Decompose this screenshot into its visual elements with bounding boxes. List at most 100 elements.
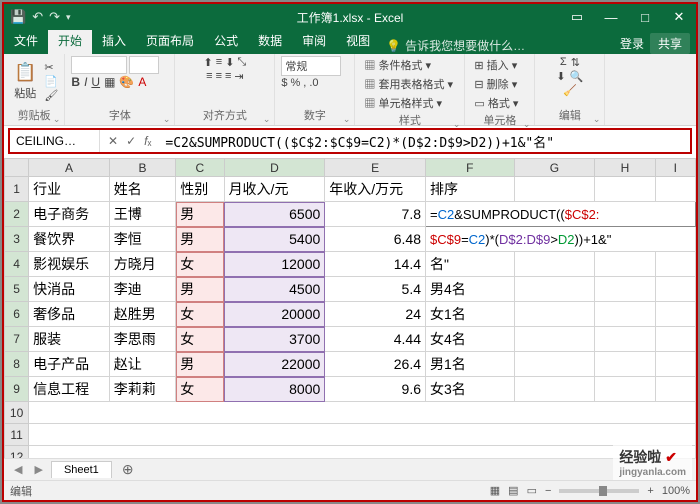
cell[interactable]: 3700 — [224, 327, 325, 352]
cell[interactable]: 5.4 — [325, 277, 426, 302]
row-header[interactable]: 5 — [5, 277, 29, 302]
redo-icon[interactable]: ↷ — [49, 9, 60, 25]
cell[interactable]: 奢侈品 — [29, 302, 110, 327]
tab-data[interactable]: 数据 — [248, 28, 292, 54]
align-mid-icon[interactable]: ≡ — [216, 56, 222, 69]
cell[interactable]: 男4名 — [426, 277, 515, 302]
delete-cells-button[interactable]: ⊟ 删除 ▾ — [471, 75, 520, 93]
cell[interactable]: 年收入/万元 — [325, 177, 426, 202]
insert-cells-button[interactable]: ⊞ 插入 ▾ — [471, 56, 520, 74]
cell[interactable] — [514, 277, 595, 302]
sheet-nav-next-icon[interactable]: ▶ — [30, 463, 46, 476]
cell[interactable]: 7.8 — [325, 202, 426, 227]
number-format-select[interactable]: 常规 — [281, 56, 341, 76]
cell[interactable] — [514, 177, 595, 202]
col-header[interactable]: F — [426, 159, 515, 177]
cell[interactable]: 信息工程 — [29, 377, 110, 402]
cell[interactable]: 李恒 — [109, 227, 175, 252]
fx-icon[interactable]: fₓ — [144, 134, 151, 148]
cell[interactable]: 女4名 — [426, 327, 515, 352]
tab-formulas[interactable]: 公式 — [204, 28, 248, 54]
cell[interactable]: 排序 — [426, 177, 515, 202]
cell[interactable] — [514, 352, 595, 377]
row-header[interactable]: 7 — [5, 327, 29, 352]
cell[interactable] — [29, 424, 696, 446]
zoom-in-icon[interactable]: + — [647, 485, 653, 497]
col-header[interactable]: C — [176, 159, 224, 177]
cell[interactable]: 22000 — [224, 352, 325, 377]
border-icon[interactable]: ▦ — [104, 75, 115, 89]
bold-button[interactable]: B — [71, 75, 80, 89]
share-button[interactable]: 共享 — [650, 33, 690, 54]
cell[interactable]: 李思雨 — [109, 327, 175, 352]
cell[interactable]: 24 — [325, 302, 426, 327]
row-header[interactable]: 8 — [5, 352, 29, 377]
tab-view[interactable]: 视图 — [336, 28, 380, 54]
cond-format-button[interactable]: ▦ 条件格式 ▾ — [361, 56, 434, 74]
underline-button[interactable]: U — [91, 75, 100, 89]
view-normal-icon[interactable]: ▦ — [490, 484, 500, 497]
tab-home[interactable]: 开始 — [48, 28, 92, 54]
cell[interactable]: 4500 — [224, 277, 325, 302]
cell[interactable]: 快消品 — [29, 277, 110, 302]
comma-icon[interactable]: , — [303, 77, 306, 89]
col-header[interactable]: A — [29, 159, 110, 177]
save-icon[interactable]: 💾 — [10, 9, 26, 25]
align-top-icon[interactable]: ⬆ — [204, 56, 213, 69]
cell[interactable] — [29, 446, 696, 459]
cell[interactable]: 月收入/元 — [224, 177, 325, 202]
tab-review[interactable]: 审阅 — [292, 28, 336, 54]
tab-layout[interactable]: 页面布局 — [136, 28, 204, 54]
row-header[interactable]: 9 — [5, 377, 29, 402]
fill-color-icon[interactable]: 🎨 — [119, 75, 134, 89]
sheet-nav-prev-icon[interactable]: ◀ — [10, 463, 26, 476]
font-name-input[interactable] — [71, 56, 127, 74]
cell[interactable]: 4.44 — [325, 327, 426, 352]
cell[interactable]: 餐饮界 — [29, 227, 110, 252]
cell[interactable] — [655, 352, 695, 377]
cell[interactable]: 20000 — [224, 302, 325, 327]
cell[interactable]: 6.48 — [325, 227, 426, 252]
cell[interactable]: 影视娱乐 — [29, 252, 110, 277]
row-header[interactable]: 3 — [5, 227, 29, 252]
cell[interactable] — [595, 352, 655, 377]
cell[interactable]: 女 — [176, 377, 224, 402]
col-header[interactable]: B — [109, 159, 175, 177]
col-header[interactable]: H — [595, 159, 655, 177]
cell-styles-button[interactable]: ▦ 单元格样式 ▾ — [361, 94, 445, 112]
cell[interactable] — [595, 252, 655, 277]
align-right-icon[interactable]: ≡ — [225, 70, 231, 83]
cell[interactable]: 26.4 — [325, 352, 426, 377]
view-break-icon[interactable]: ▭ — [527, 484, 537, 497]
login-link[interactable]: 登录 — [620, 35, 644, 52]
fill-icon[interactable]: ⬇ — [556, 70, 565, 83]
cell[interactable] — [655, 302, 695, 327]
align-left-icon[interactable]: ≡ — [206, 70, 212, 83]
cell[interactable]: 电子商务 — [29, 202, 110, 227]
cell[interactable]: 女1名 — [426, 302, 515, 327]
cell[interactable]: 男 — [176, 202, 224, 227]
sheet-tab[interactable]: Sheet1 — [51, 461, 112, 478]
qat-dropdown-icon[interactable]: ▾ — [66, 12, 71, 23]
cell[interactable] — [655, 177, 695, 202]
cell[interactable]: 女 — [176, 327, 224, 352]
cell[interactable] — [595, 377, 655, 402]
cell[interactable] — [595, 277, 655, 302]
cell[interactable] — [514, 302, 595, 327]
format-painter-icon[interactable]: 🖌 — [44, 89, 58, 102]
cell[interactable]: 9.6 — [325, 377, 426, 402]
tab-insert[interactable]: 插入 — [92, 28, 136, 54]
cell[interactable] — [595, 327, 655, 352]
italic-button[interactable]: I — [84, 75, 87, 89]
cell[interactable]: 名" — [426, 252, 515, 277]
cell[interactable]: 女 — [176, 252, 224, 277]
table-format-button[interactable]: ▦ 套用表格格式 ▾ — [361, 75, 456, 93]
paste-button[interactable]: 📋 粘贴 — [10, 60, 40, 103]
cell[interactable]: 姓名 — [109, 177, 175, 202]
clear-icon[interactable]: 🧹 — [563, 84, 577, 97]
cell[interactable]: 男 — [176, 277, 224, 302]
cell[interactable] — [655, 327, 695, 352]
cell[interactable]: 李莉莉 — [109, 377, 175, 402]
add-sheet-icon[interactable]: ⊕ — [116, 461, 140, 478]
cell[interactable]: 男 — [176, 227, 224, 252]
